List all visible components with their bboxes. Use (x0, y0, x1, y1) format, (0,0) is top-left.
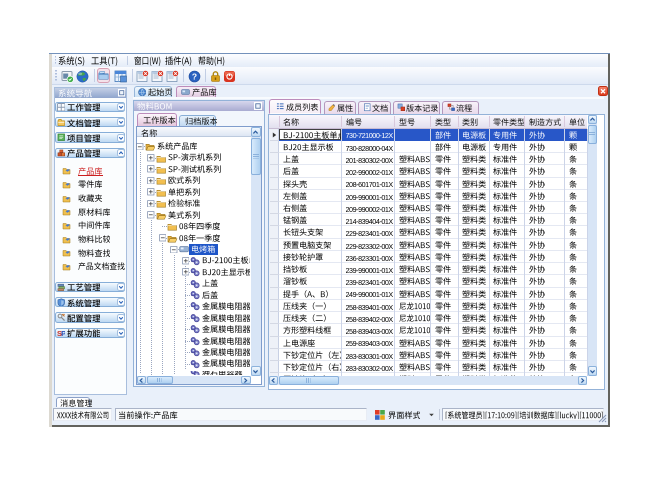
svg-text:?: ? (192, 71, 197, 81)
svg-text:P: P (61, 329, 65, 337)
